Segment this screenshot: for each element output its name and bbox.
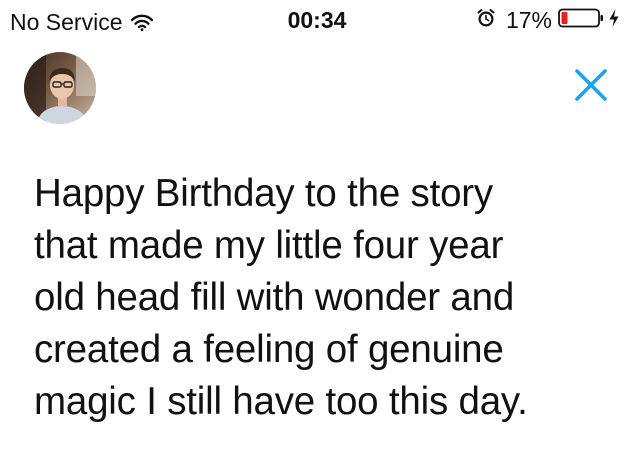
profile-avatar[interactable]: [24, 52, 96, 124]
battery-icon: [558, 8, 604, 33]
status-bar: No Service 00:34 17%: [0, 0, 634, 40]
tweet-screen: No Service 00:34 17% Happy Birthday to t…: [0, 0, 634, 469]
close-button[interactable]: [568, 62, 614, 108]
tweet-line: old head fill with wonder and: [34, 276, 515, 319]
tweet-line: Happy Birthday to the story: [34, 172, 493, 215]
tweet-line: that made my little four year: [34, 224, 504, 267]
battery-fill: [561, 11, 568, 24]
close-icon: [575, 69, 607, 101]
tweet-text: Happy Birthday to the story that made my…: [34, 168, 604, 428]
tweet-line: created a feeling of genuine: [34, 328, 504, 371]
charging-icon: [608, 8, 620, 33]
right-status-group: 17%: [476, 6, 620, 34]
tweet-line: magic I still have too this day.: [34, 380, 528, 423]
battery-percent: 17%: [505, 7, 552, 33]
alarm-icon: [476, 8, 496, 33]
